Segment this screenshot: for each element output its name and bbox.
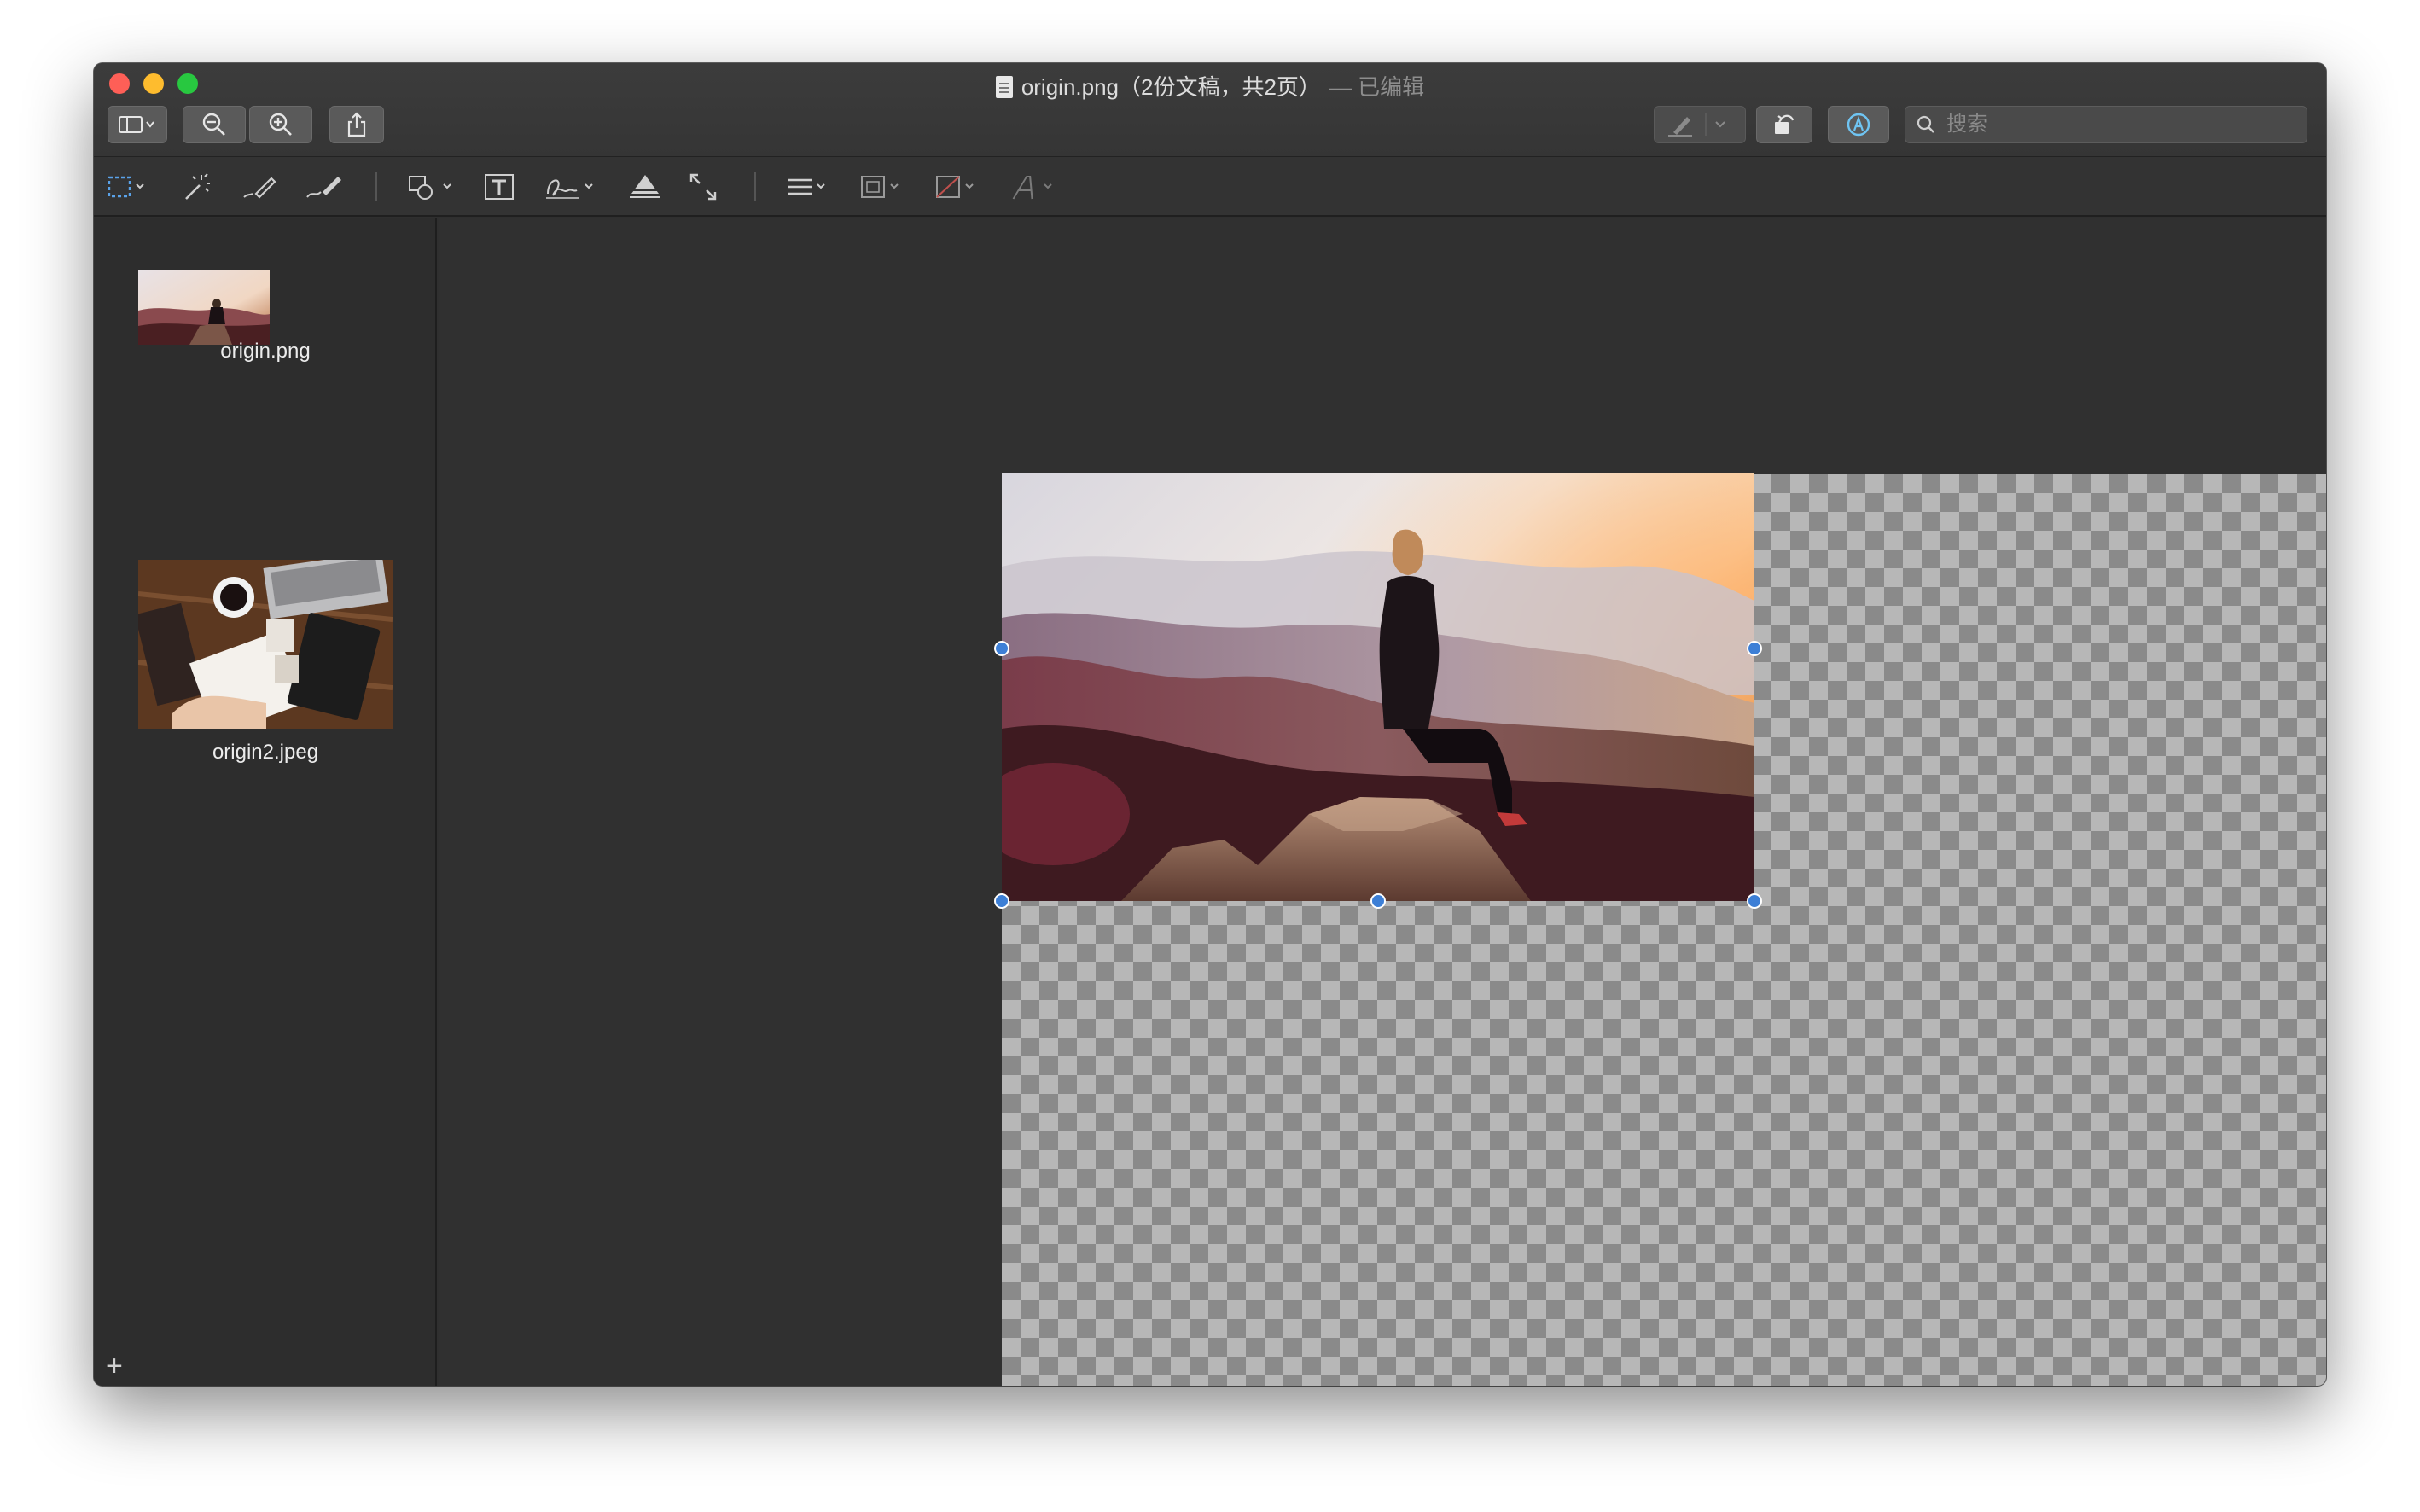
search-field[interactable]	[1905, 106, 2307, 143]
rotate-button[interactable]	[1756, 106, 1812, 143]
rotate-icon	[1775, 114, 1795, 134]
highlight-button[interactable]	[1654, 106, 1746, 143]
sketch-tool-button[interactable]	[241, 169, 278, 205]
thumbnail-image	[138, 270, 270, 345]
adjust-color-icon	[630, 175, 660, 198]
text-tool-button[interactable]	[483, 169, 515, 205]
draw-brush-icon	[306, 177, 341, 198]
search-icon	[1917, 115, 1934, 133]
adjust-size-button[interactable]	[688, 169, 718, 205]
window-title: origin.png（2份文稿，共2页） — 已编辑	[94, 70, 2326, 102]
shape-style-button[interactable]	[785, 169, 836, 205]
markup-icon	[1847, 113, 1870, 137]
toolbar-divider	[375, 172, 377, 201]
markup-button[interactable]	[1828, 106, 1889, 143]
title-bar: origin.png（2份文稿，共2页） — 已编辑	[94, 63, 2326, 157]
search-input[interactable]	[1945, 112, 2286, 137]
magic-wand-icon	[185, 173, 210, 200]
edited-status: — 已编辑	[1329, 74, 1425, 100]
adjust-color-button[interactable]	[628, 169, 662, 205]
shapes-button[interactable]	[406, 169, 461, 205]
selection-tool-button[interactable]	[108, 169, 150, 205]
draw-tool-button[interactable]	[304, 169, 346, 205]
thumbnail-label: origin2.jpeg	[212, 741, 319, 764]
toolbar-divider	[754, 172, 756, 201]
resize-handle-bottom-right[interactable]	[1747, 893, 1762, 909]
zoom-in-icon	[269, 113, 292, 136]
thumbnail-origin2-jpeg[interactable]	[134, 551, 393, 736]
instant-alpha-button[interactable]	[181, 169, 212, 205]
highlighter-icon	[1668, 113, 1725, 137]
zoom-in-button[interactable]	[249, 106, 312, 143]
line-style-icon	[788, 178, 825, 195]
thumbnail-sidebar: origin.png origin2.jpeg +	[94, 218, 437, 1386]
border-color-icon	[861, 176, 899, 198]
fill-color-icon	[936, 176, 974, 198]
resize-handle-bottom-left[interactable]	[994, 893, 1009, 909]
window-title-text: origin.png（2份文稿，共2页）	[1021, 74, 1321, 100]
sign-button[interactable]	[543, 169, 602, 205]
resize-handle-right[interactable]	[1747, 641, 1762, 656]
rectangular-selection-icon	[108, 176, 144, 198]
share-icon	[347, 112, 366, 137]
sidebar-toggle-button[interactable]	[108, 106, 167, 143]
thumbnail-label: origin.png	[220, 340, 311, 363]
sketch-pen-icon	[243, 177, 276, 199]
thumbnail-origin-png[interactable]	[138, 270, 270, 345]
resize-icon	[689, 173, 717, 201]
resize-handle-bottom[interactable]	[1370, 893, 1386, 909]
share-button[interactable]	[329, 106, 384, 143]
placed-image[interactable]	[1002, 473, 1754, 901]
signature-icon	[546, 179, 593, 199]
fill-color-button[interactable]	[934, 169, 985, 205]
text-style-button[interactable]	[1012, 169, 1063, 205]
document-icon	[995, 76, 1013, 98]
text-style-icon	[1012, 176, 1052, 200]
border-color-button[interactable]	[858, 169, 910, 205]
preview-window: origin.png（2份文稿，共2页） — 已编辑 搜索 origin.png…	[94, 63, 2326, 1386]
text-box-icon	[485, 174, 514, 200]
shapes-icon	[409, 176, 451, 200]
document-canvas[interactable]	[439, 218, 2326, 1386]
landscape-photo	[1002, 473, 1754, 901]
add-page-button[interactable]: +	[106, 1352, 123, 1381]
zoom-out-icon	[202, 113, 225, 136]
zoom-out-button[interactable]	[183, 106, 246, 143]
sidebar-icon	[119, 116, 154, 133]
thumbnail-image	[134, 551, 393, 736]
markup-toolbar	[94, 157, 2326, 217]
resize-handle-left[interactable]	[994, 641, 1009, 656]
